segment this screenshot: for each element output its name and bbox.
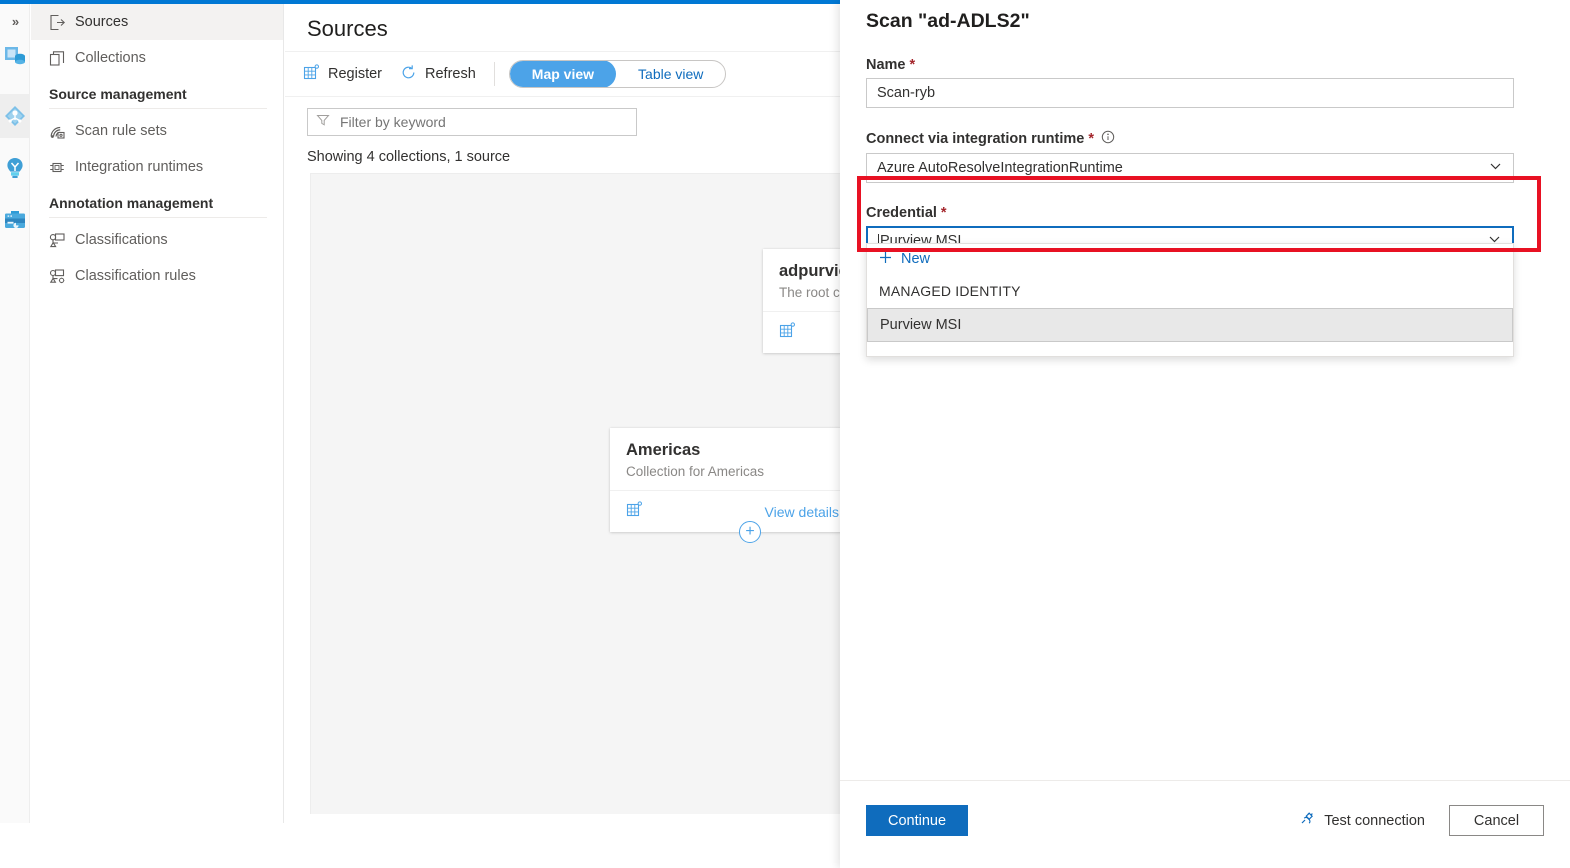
register-icon — [303, 64, 320, 85]
plus-icon — [879, 251, 892, 268]
required-asterisk: * — [1088, 131, 1094, 147]
collections-icon — [49, 50, 75, 67]
card-footer: View details — [610, 490, 855, 532]
runtime-value: Azure AutoResolveIntegrationRuntime — [877, 160, 1123, 176]
dropdown-padding — [867, 342, 1513, 356]
results-summary: Showing 4 collections, 1 source — [307, 149, 510, 165]
refresh-button[interactable]: Refresh — [400, 64, 476, 85]
runtime-dropdown[interactable]: Azure AutoResolveIntegrationRuntime — [866, 153, 1514, 183]
chevron-down-icon — [1488, 159, 1503, 178]
left-icon-rail: » — [0, 4, 30, 823]
refresh-icon — [400, 64, 417, 85]
management-icon — [2, 207, 28, 233]
register-icon[interactable] — [626, 501, 643, 523]
new-credential-menu-item[interactable]: New — [867, 244, 1513, 274]
rail-item-data-catalog[interactable] — [0, 94, 30, 138]
rail-item-management[interactable] — [0, 198, 30, 242]
data-insights-icon — [2, 155, 28, 181]
register-icon[interactable] — [779, 322, 796, 344]
register-label: Register — [328, 66, 382, 82]
sidebar-item-label: Integration runtimes — [75, 159, 203, 175]
test-connection-label: Test connection — [1324, 813, 1425, 829]
name-field-label: Name * — [866, 57, 1570, 73]
new-credential-label: New — [901, 251, 930, 267]
dropdown-option-purview-msi[interactable]: Purview MSI — [867, 308, 1513, 342]
rail-item-insights[interactable] — [0, 146, 30, 190]
card-subtitle: Collection for Americas — [626, 464, 839, 479]
app-root: » — [0, 0, 1570, 868]
sidebar: Sources Collections Source management — [31, 4, 284, 823]
sidebar-item-label: Scan rule sets — [75, 123, 167, 139]
card-body: Americas Collection for Americas — [610, 428, 855, 490]
expand-nav-button[interactable]: » — [0, 10, 30, 32]
cancel-button[interactable]: Cancel — [1449, 805, 1544, 836]
sidebar-item-label: Sources — [75, 14, 128, 30]
label-text: Name — [866, 57, 906, 73]
page-title: Sources — [285, 4, 841, 42]
classifications-icon — [49, 232, 75, 249]
main-content: Sources Register — [285, 4, 841, 823]
required-asterisk: * — [910, 57, 916, 73]
sidebar-group-title: Annotation management — [31, 185, 283, 215]
scan-rule-sets-icon — [49, 123, 75, 140]
command-bar: Register Refresh Map view Table view — [285, 51, 841, 97]
credential-dropdown-menu: New MANAGED IDENTITY Purview MSI — [866, 243, 1514, 357]
sidebar-item-collections[interactable]: Collections — [31, 40, 283, 76]
data-map-icon — [2, 43, 28, 69]
rail-item-data-map[interactable] — [0, 34, 30, 78]
info-circle-icon[interactable] — [1101, 130, 1115, 148]
card-title: Americas — [626, 441, 839, 460]
filter-box[interactable] — [307, 108, 637, 136]
sidebar-item-label: Classifications — [75, 232, 168, 248]
sidebar-item-integration-runtimes[interactable]: Integration runtimes — [31, 149, 283, 185]
data-catalog-icon — [2, 103, 28, 129]
search-input[interactable] — [338, 113, 628, 131]
sidebar-item-sources[interactable]: Sources — [31, 4, 283, 40]
divider — [49, 108, 267, 109]
sidebar-group-title: Source management — [31, 76, 283, 106]
test-connection-button[interactable]: Test connection — [1297, 805, 1425, 836]
scan-panel: Scan "ad-ADLS2" Name * Scan-ryb Connect … — [840, 0, 1570, 868]
refresh-label: Refresh — [425, 66, 476, 82]
label-text: Connect via integration runtime — [866, 131, 1084, 147]
dropdown-group-header: MANAGED IDENTITY — [867, 274, 1513, 308]
tab-table-view[interactable]: Table view — [616, 60, 725, 88]
runtime-field-label: Connect via integration runtime * — [866, 130, 1570, 148]
divider — [494, 62, 495, 86]
required-asterisk: * — [941, 205, 947, 221]
divider — [49, 217, 267, 218]
integration-runtimes-icon — [49, 159, 75, 176]
tab-map-view[interactable]: Map view — [510, 60, 616, 88]
credential-field-label: Credential * — [866, 205, 1570, 221]
sidebar-item-classifications[interactable]: Classifications — [31, 222, 283, 258]
collection-card-americas[interactable]: Americas Collection for Americas View de… — [610, 428, 855, 532]
label-text: Credential — [866, 205, 937, 221]
panel-title: Scan "ad-ADLS2" — [840, 0, 1570, 33]
filter-icon — [316, 113, 330, 132]
sidebar-item-scan-rule-sets[interactable]: Scan rule sets — [31, 113, 283, 149]
card-link-view-details[interactable]: View details — [765, 504, 839, 520]
add-child-collection-button[interactable]: + — [739, 521, 761, 543]
panel-footer: Continue Test connection Cancel — [840, 780, 1570, 868]
sidebar-item-classification-rules[interactable]: Classification rules — [31, 258, 283, 294]
name-input-value: Scan-ryb — [877, 85, 935, 101]
sidebar-item-label: Classification rules — [75, 268, 196, 284]
classification-rules-icon — [49, 268, 75, 285]
continue-button[interactable]: Continue — [866, 805, 968, 836]
sources-icon — [49, 14, 75, 31]
register-button[interactable]: Register — [303, 64, 382, 85]
sidebar-item-label: Collections — [75, 50, 146, 66]
view-toggle: Map view Table view — [509, 60, 727, 88]
name-input[interactable]: Scan-ryb — [866, 78, 1514, 108]
plug-icon — [1297, 810, 1315, 832]
